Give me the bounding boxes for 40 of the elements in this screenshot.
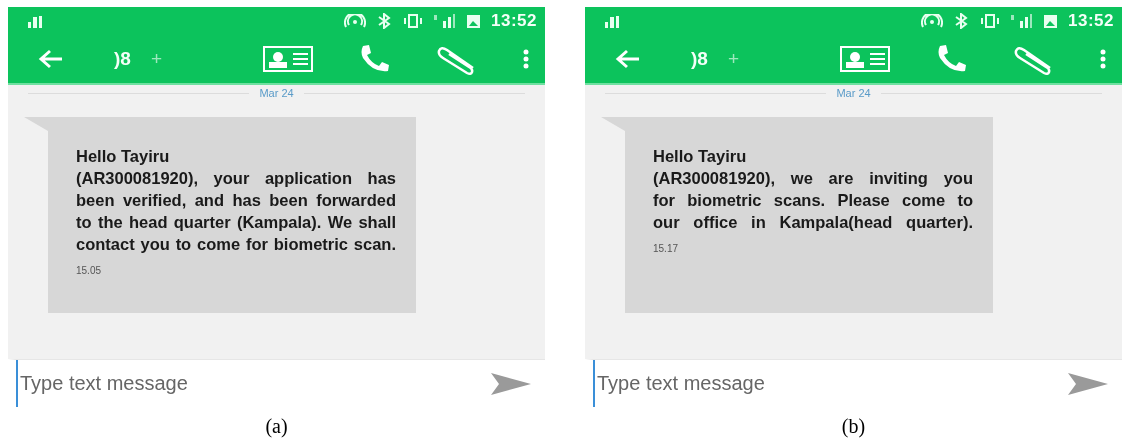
hotspot-icon bbox=[344, 13, 366, 29]
status-time: 13:52 bbox=[1068, 11, 1114, 31]
phone-icon bbox=[359, 44, 391, 74]
image-icon bbox=[466, 13, 481, 29]
signal-icon bbox=[28, 14, 42, 28]
signal-icon bbox=[605, 14, 619, 28]
contact-name: )8 bbox=[691, 48, 708, 70]
bluetooth-icon bbox=[953, 13, 969, 29]
status-time: 13:52 bbox=[491, 11, 537, 31]
message-text: Hello Tayiru (AR300081920), we are inviting you for biometric scans. Please come to our office in Kampala(head quarter). bbox=[653, 146, 973, 233]
message-input[interactable]: Type text message bbox=[8, 359, 481, 407]
more-options-icon bbox=[1100, 49, 1106, 69]
cell-signal-icon bbox=[434, 13, 456, 29]
message-time: 15.17 bbox=[653, 243, 679, 254]
more-options-icon bbox=[523, 49, 529, 69]
contact-name: )8 bbox=[114, 48, 131, 70]
add-contact-button[interactable]: + bbox=[727, 48, 739, 70]
message-text: Hello Tayiru (AR300081920), your application has been verified, and has been forwarded to the head quarter (Kampala). We shall contact you to come for biometric scan. bbox=[76, 146, 396, 255]
phone-icon bbox=[936, 44, 968, 74]
back-button[interactable] bbox=[615, 48, 641, 70]
back-arrow-icon bbox=[615, 48, 641, 70]
image-icon bbox=[1043, 13, 1058, 29]
message-input[interactable]: Type text message bbox=[585, 359, 1058, 407]
send-icon bbox=[491, 370, 531, 397]
back-button[interactable] bbox=[38, 48, 64, 70]
figure-caption: (a) bbox=[265, 415, 288, 438]
cell-signal-icon bbox=[1011, 13, 1033, 29]
hotspot-icon bbox=[921, 13, 943, 29]
message-time: 15.05 bbox=[76, 265, 102, 276]
back-arrow-icon bbox=[38, 48, 64, 70]
bluetooth-icon bbox=[376, 13, 392, 29]
add-contact-button[interactable]: + bbox=[150, 48, 162, 70]
figure-caption: (b) bbox=[841, 415, 866, 438]
contact-card-icon bbox=[263, 46, 313, 72]
send-icon bbox=[1068, 370, 1108, 397]
contact-card-icon bbox=[840, 46, 890, 72]
vibrate-icon bbox=[402, 13, 424, 29]
date-label: Mar 24 bbox=[259, 87, 294, 99]
date-label: Mar 24 bbox=[836, 87, 871, 99]
vibrate-icon bbox=[979, 13, 1001, 29]
